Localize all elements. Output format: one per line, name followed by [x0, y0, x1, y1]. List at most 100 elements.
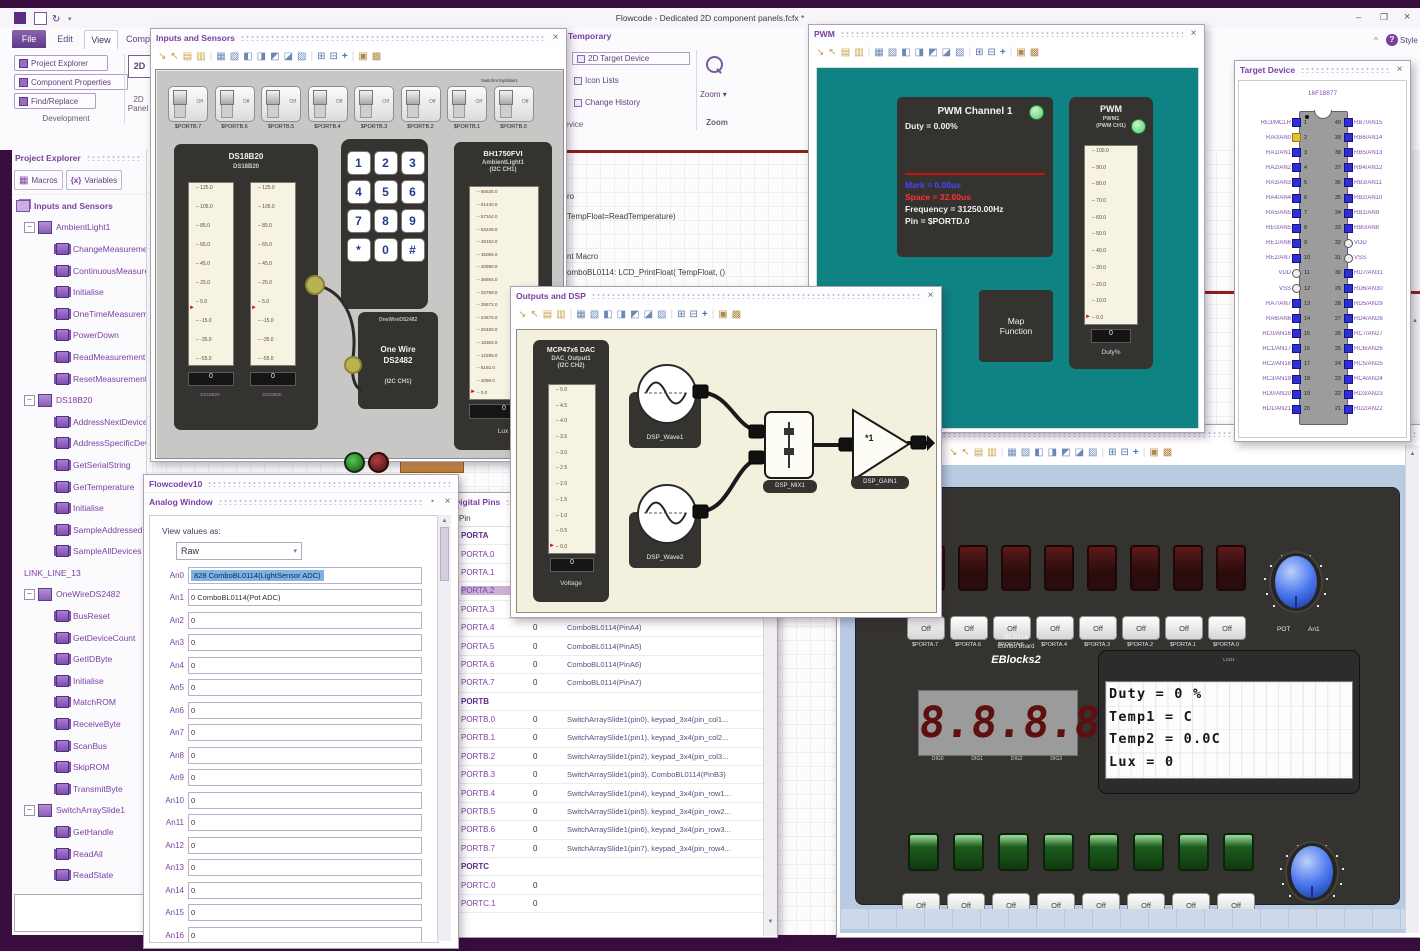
tool-icon[interactable]: |	[1101, 447, 1104, 458]
chip-pin-row[interactable]: RC0/AN16 15 26 RC7/AN27	[1239, 326, 1406, 341]
pin-row[interactable]: ◢ PORTB.7 0 SwitchArraySlide1(pin7), key…	[449, 840, 777, 859]
tree-item[interactable]: − BusReset	[12, 605, 146, 627]
tool-icon[interactable]: ↘	[518, 309, 526, 320]
minimize-button[interactable]: –	[1356, 12, 1361, 22]
tool-icon[interactable]: ▥	[987, 447, 996, 458]
maximize-button[interactable]: ❐	[1380, 12, 1388, 23]
expander-icon[interactable]: −	[24, 394, 35, 406]
keypad-key[interactable]: 5	[373, 180, 398, 204]
tree-item[interactable]: − ReceiveByte	[12, 713, 146, 735]
keypad-key[interactable]: 2	[373, 151, 398, 175]
board-hscrollbar[interactable]	[840, 909, 1405, 929]
tree-item[interactable]: − ChangeMeasuremen	[12, 238, 146, 260]
tool-icon[interactable]: ▥	[556, 309, 565, 320]
pin-row[interactable]: ◢ PORTB.3 0 SwitchArraySlide1(pin3), Com…	[449, 766, 777, 785]
chip-pin-row[interactable]: RA1/AN1 3 38 RB5/AN13	[1239, 145, 1406, 160]
flowcode-window-titlebar[interactable]: Flowcodev10	[144, 475, 458, 492]
inputs-panel-canvas[interactable]: Off $PORTB.7 Off $PORTB.6 Off $PORTB.5 O…	[155, 69, 564, 473]
tool-icon[interactable]: ▧	[1021, 447, 1030, 458]
close-button[interactable]: ×	[1404, 11, 1410, 23]
channel-value-field[interactable]: 0	[188, 611, 422, 629]
channel-value-field[interactable]: 0	[188, 724, 422, 742]
map-function-block[interactable]: Map Function	[979, 290, 1053, 362]
tool-icon[interactable]: ▨	[657, 309, 666, 320]
tab-file[interactable]: File	[12, 30, 46, 48]
tree-item[interactable]: − SampleAllDevices	[12, 541, 146, 563]
porta-toggle-button[interactable]: Off	[907, 616, 945, 640]
tool-icon[interactable]: |	[310, 51, 313, 62]
tool-icon[interactable]: ◩	[630, 309, 639, 320]
channel-value-field[interactable]: 0	[188, 656, 422, 674]
tree-item[interactable]: − MatchROM	[12, 692, 146, 714]
keypad-key[interactable]: 8	[373, 209, 398, 233]
chip-pin-row[interactable]: RA7/AN7 13 28 RD5/AN29	[1239, 296, 1406, 311]
tree-item[interactable]: − AddressSpecificDev	[12, 433, 146, 455]
tool-icon[interactable]: ↖	[828, 47, 836, 58]
channel-value-field[interactable]: 0	[188, 836, 422, 854]
chip-pin-row[interactable]: RA6/AN6 14 27 RD4/AN28	[1239, 311, 1406, 326]
tree-item[interactable]: − ContinuousMeasure	[12, 260, 146, 282]
tool-icon[interactable]: ▧	[888, 47, 897, 58]
expander-icon[interactable]: −	[24, 221, 35, 233]
pwm-window-titlebar[interactable]: PWM ×	[809, 25, 1204, 42]
tree-item[interactable]: − ResetMeasurement	[12, 368, 146, 390]
zoom-dropdown[interactable]: Zoom ▾	[700, 90, 727, 99]
tree-item[interactable]: − AddressNextDevice	[12, 411, 146, 433]
tool-icon[interactable]: ◪	[1075, 447, 1084, 458]
mcp-dac-block[interactable]: MCP47x6 DAC DAC_Output1 (I2C CH2) 5.04.5…	[533, 340, 609, 602]
tree-item[interactable]: − ReadMeasurement	[12, 346, 146, 368]
keypad-key[interactable]: #	[400, 238, 425, 262]
tree-item[interactable]: − Inputs and Sensors	[12, 195, 146, 217]
close-icon[interactable]: ×	[442, 496, 453, 507]
tool-icon[interactable]: ▨	[297, 51, 306, 62]
ldr-knob[interactable]	[1284, 840, 1340, 904]
ds18b20-block[interactable]: DS18B20 DS18B20 125.0 105.0 85.0 65.0 45.0 25…	[174, 144, 318, 430]
help-icon[interactable]: ?	[1386, 34, 1398, 46]
tool-icon[interactable]: |	[968, 47, 971, 58]
switch-handle[interactable]	[266, 90, 280, 105]
tab-edit[interactable]: Edit	[52, 30, 78, 48]
chip-pin-row[interactable]: RA5/AN5 7 34 RB1/AN9	[1239, 206, 1406, 221]
pin-row[interactable]: ◢ PORTA.4 0 ComboBL0114(PinA4)	[449, 619, 777, 638]
tree-item[interactable]: − ScanBus	[12, 735, 146, 757]
channel-value-field[interactable]: 0	[188, 814, 422, 832]
tool-icon[interactable]: ◪	[644, 309, 653, 320]
pwm-meter-block[interactable]: PWM PWM1 (PWM CH1) 100.090.080.070.060.0…	[1069, 97, 1153, 369]
porta-toggle-button[interactable]: Off	[1079, 616, 1117, 640]
toggle-2d-target-device[interactable]: 2D Target Device	[572, 52, 690, 65]
onewire-ds2482-block[interactable]: OneWireDS2482 One Wire DS2482 (I2C CH1)	[358, 312, 438, 409]
tool-icon[interactable]: ↖	[961, 447, 969, 458]
slide-switch[interactable]: Off	[214, 86, 255, 122]
style-button[interactable]: Style	[1400, 36, 1418, 45]
chip-pin-row[interactable]: RC1/AN17 16 25 RC6/AN26	[1239, 341, 1406, 356]
tool-icon[interactable]: ▧	[590, 309, 599, 320]
close-icon[interactable]: ×	[925, 290, 936, 301]
tool-icon[interactable]: ▧	[230, 51, 239, 62]
channel-value-field[interactable]: 0	[188, 679, 422, 697]
chip-pin-row[interactable]: RC2/AN18 17 24 RC5/AN25	[1239, 357, 1406, 372]
tool-icon[interactable]: ▦	[576, 309, 585, 320]
switch-handle[interactable]	[452, 90, 466, 105]
tree-item[interactable]: − GetHandle	[12, 821, 146, 843]
tool-icon[interactable]: ◧	[243, 51, 252, 62]
tool-icon[interactable]: ◨	[1048, 447, 1057, 458]
tool-icon[interactable]: |	[210, 51, 213, 62]
toggle-change-history[interactable]: Change History	[574, 98, 640, 107]
chip-pin-row[interactable]: RE0/AN5 8 33 RB0/AN8	[1239, 221, 1406, 236]
pin-row[interactable]: ◢ PORTC.0 0	[449, 876, 777, 895]
tool-icon[interactable]: ▥	[854, 47, 863, 58]
tool-icon[interactable]: ▨	[1088, 447, 1097, 458]
expander-icon[interactable]: −	[24, 804, 35, 816]
tool-icon[interactable]: ◪	[284, 51, 293, 62]
pin-row[interactable]: ◢ PORTA.7 0 ComboBL0114(PinA7)	[449, 674, 777, 693]
slide-switch[interactable]: Off	[261, 86, 301, 122]
keypad-key[interactable]: *	[346, 238, 371, 262]
close-icon[interactable]: ×	[1188, 28, 1199, 39]
chip-pin-row[interactable]: RD0/AN20 19 22 RD3/AN23	[1239, 387, 1406, 402]
pwm-channel-block[interactable]: PWM Channel 1 Duty = 0.00% Mark = 0.00us…	[897, 97, 1053, 257]
switch-handle[interactable]	[405, 90, 420, 105]
tool-icon[interactable]: |	[1010, 47, 1013, 58]
chip-pin-row[interactable]: VDD 11 30 RD7/AN31	[1239, 266, 1406, 281]
channel-value-field[interactable]: 0	[188, 634, 422, 652]
pin-row[interactable]: ◢ PORTC	[449, 858, 777, 877]
